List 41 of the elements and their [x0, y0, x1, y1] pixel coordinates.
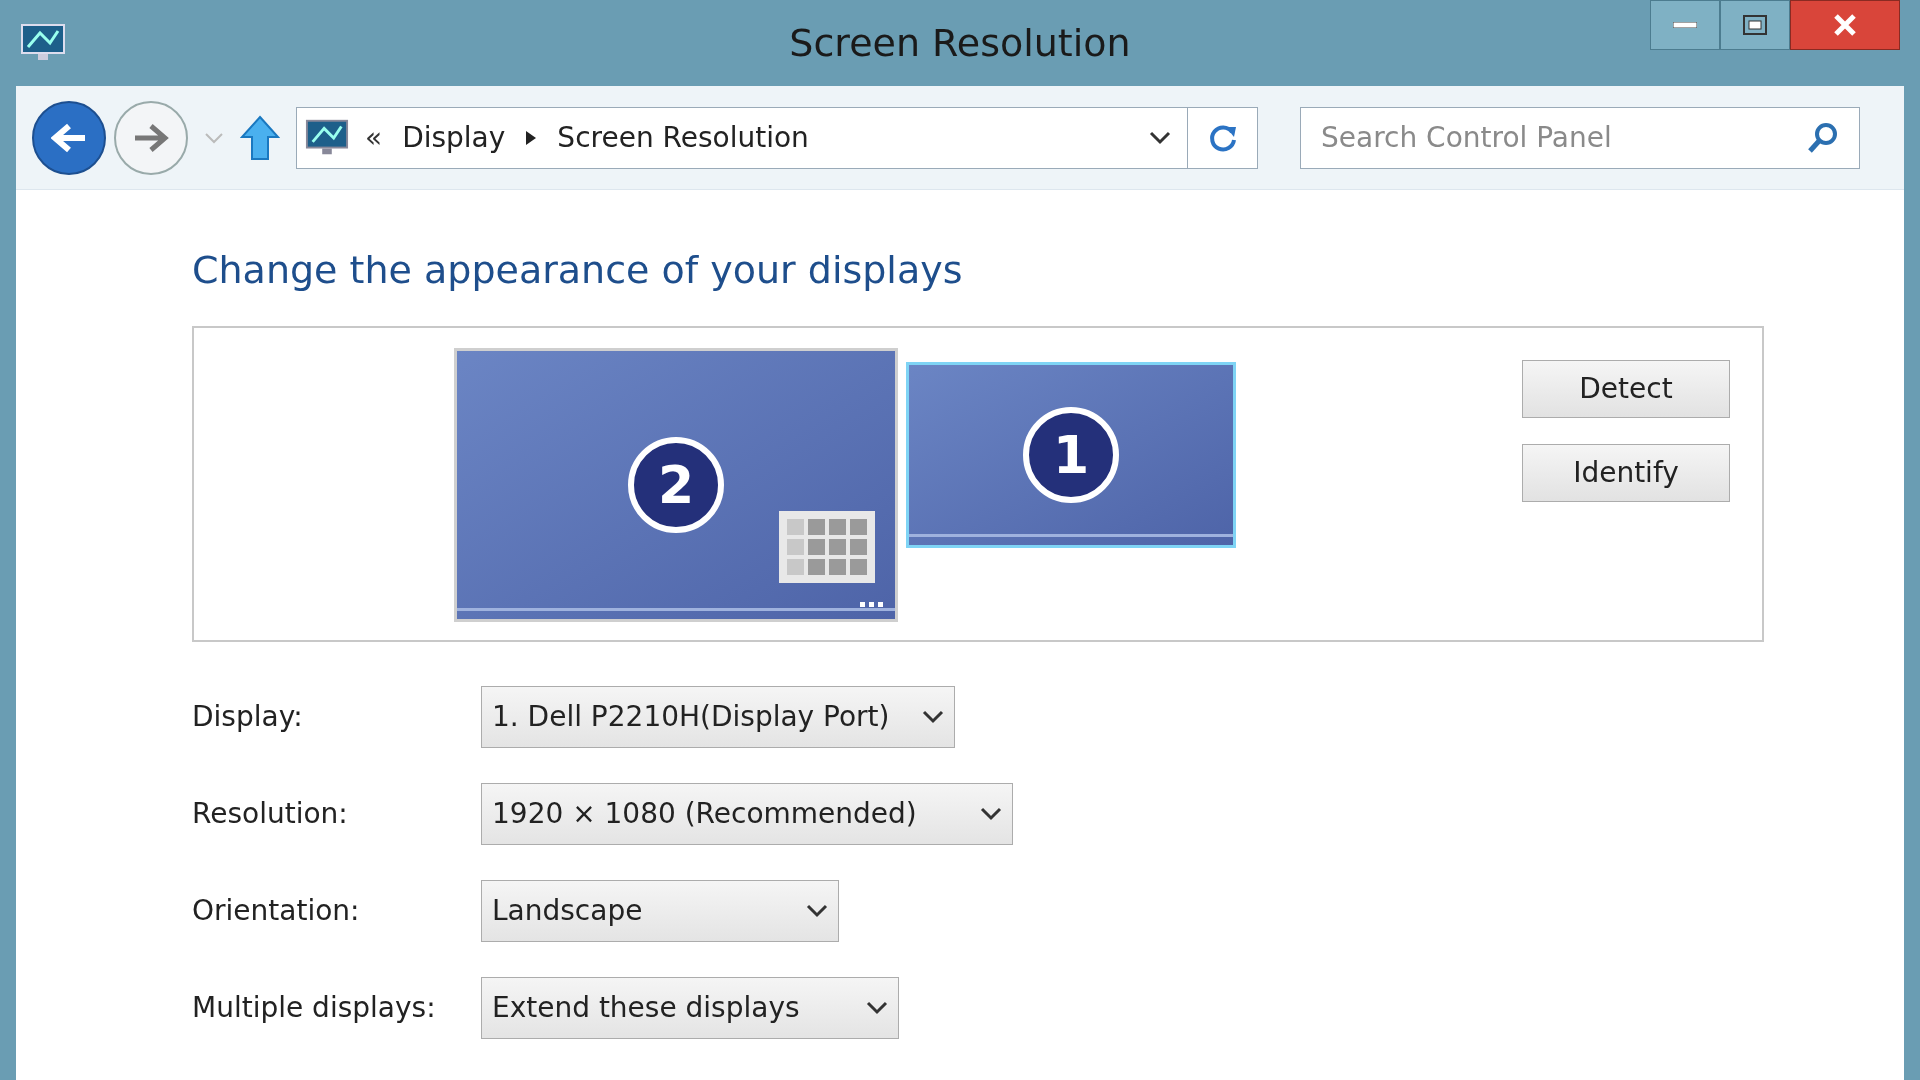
monitor-tile[interactable]: 1 — [906, 362, 1236, 548]
monitor-tile[interactable]: 2 — [454, 348, 898, 622]
dropdown-select[interactable]: Extend these displays — [481, 977, 899, 1039]
close-icon — [1833, 13, 1857, 37]
monitor-number: 2 — [628, 437, 724, 533]
dots-icon — [860, 602, 883, 607]
app-grid-icon — [779, 511, 875, 583]
minimize-button[interactable] — [1650, 0, 1720, 50]
page-heading: Change the appearance of your displays — [192, 247, 964, 294]
dropdown-select[interactable]: Landscape — [481, 880, 839, 942]
maximize-button[interactable] — [1720, 0, 1790, 50]
dropdown-caret-icon — [922, 710, 944, 724]
refresh-icon — [1207, 122, 1238, 153]
monitor-app-icon — [20, 23, 66, 63]
minimize-icon — [1673, 22, 1697, 28]
dropdown-caret-icon — [980, 807, 1002, 821]
breadcrumb-link[interactable]: Display — [402, 116, 506, 159]
search-field[interactable]: Search Control Panel — [1300, 106, 1860, 169]
setting-label: Display: — [192, 699, 304, 735]
close-button[interactable] — [1790, 0, 1900, 50]
dropdown-select[interactable]: 1920 × 1080 (Recommended) — [481, 783, 1013, 845]
monitor-number: 1 — [1023, 407, 1119, 503]
action-button[interactable]: Detect — [1522, 360, 1730, 418]
dropdown-select[interactable]: 1. Dell P2210H(Display Port) — [481, 686, 955, 748]
setting-label: Resolution: — [192, 796, 349, 832]
dropdown-caret-icon — [806, 904, 828, 918]
breadcrumb-arrow-icon[interactable] — [525, 129, 538, 146]
search-icon — [1806, 120, 1840, 155]
up-arrow-icon[interactable] — [240, 114, 280, 161]
setting-label: Multiple displays: — [192, 990, 437, 1026]
window-title: Screen Resolution — [788, 19, 1132, 67]
action-button[interactable]: Identify — [1522, 444, 1730, 502]
breadcrumb-link[interactable]: Screen Resolution — [557, 116, 809, 159]
right-arrow-icon — [133, 122, 169, 153]
address-bar[interactable]: « Display Screen Resolution — [296, 106, 1258, 169]
left-arrow-icon — [51, 122, 87, 153]
dropdown-caret-icon[interactable] — [1149, 130, 1171, 145]
setting-label: Orientation: — [192, 893, 361, 929]
maximize-icon — [1743, 15, 1767, 35]
dropdown-caret-icon — [866, 1001, 888, 1015]
breadcrumb-overflow[interactable]: « — [365, 116, 383, 159]
